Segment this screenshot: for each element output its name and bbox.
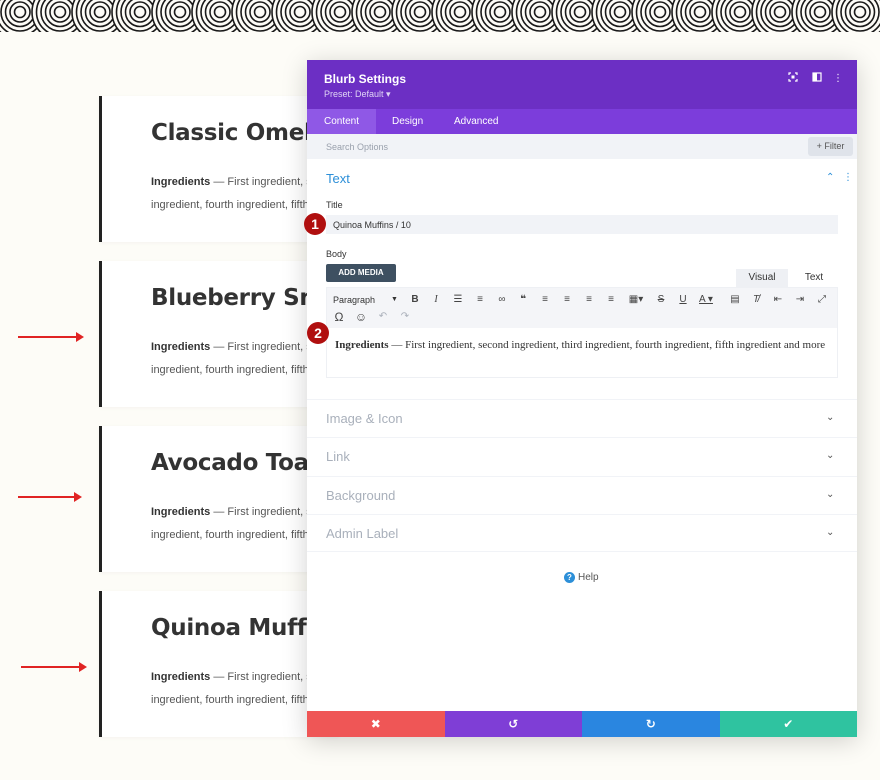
focus-icon[interactable]	[786, 72, 800, 86]
chevron-down-icon: ⌄	[826, 412, 835, 423]
help-icon[interactable]: ?	[564, 572, 575, 583]
align-center-icon[interactable]: ≡	[559, 292, 575, 308]
save-button[interactable]: ✔	[719, 711, 857, 737]
step-badge-2: 2	[307, 322, 329, 344]
add-media-button[interactable]: ADD MEDIA	[326, 264, 396, 282]
tab-design[interactable]: Design	[375, 109, 440, 134]
quote-icon[interactable]: ❝	[515, 292, 531, 308]
section-label: Image & Icon	[326, 411, 403, 426]
editor-tab-text[interactable]: Text	[788, 269, 840, 287]
chevron-down-icon: ⌄	[826, 450, 835, 461]
chevron-down-icon: ⌄	[826, 527, 835, 538]
section-link[interactable]: Link ⌄	[307, 437, 857, 475]
split-view-icon[interactable]	[810, 72, 824, 86]
preset-selector[interactable]: Preset: Default ▾	[324, 89, 391, 100]
blurb-settings-modal: Blurb Settings Preset: Default ▾ ⋮ Conte…	[307, 60, 857, 737]
arrow-icon	[18, 330, 84, 344]
card-3: Avocado Toast Ingredients — First ingred…	[99, 426, 339, 572]
title-label: Title	[326, 200, 343, 210]
section-label: Admin Label	[326, 526, 399, 541]
table-icon[interactable]: ▦▾	[625, 292, 647, 308]
more-vertical-icon[interactable]: ⋮	[831, 72, 845, 86]
section-label: Link	[326, 449, 350, 464]
fullscreen-icon[interactable]: ⤢	[814, 292, 830, 308]
body-editor: Paragraph ▼ B I ☰ ≡ ∞ ❝ ≡ ≡ ≡ ≡ ▦▾ S U A…	[326, 287, 838, 378]
numbered-list-icon[interactable]: ≡	[472, 292, 488, 308]
tab-advanced[interactable]: Advanced	[437, 109, 515, 134]
emoji-icon[interactable]: ☺	[353, 309, 369, 325]
body-label: Body	[326, 249, 347, 259]
paragraph-select[interactable]: Paragraph	[333, 292, 375, 308]
arrow-icon	[18, 490, 82, 504]
chevron-up-icon[interactable]: ⌃	[826, 172, 834, 183]
editor-tab-visual[interactable]: Visual	[736, 269, 788, 287]
text-color-icon[interactable]: A ▾	[695, 292, 717, 308]
editor-toolbar: Paragraph ▼ B I ☰ ≡ ∞ ❝ ≡ ≡ ≡ ≡ ▦▾ S U A…	[327, 288, 837, 328]
underline-icon[interactable]: U	[675, 292, 691, 308]
modal-title: Blurb Settings	[324, 72, 407, 86]
cancel-button[interactable]: ✖	[307, 711, 445, 737]
omega-icon[interactable]: Ω	[331, 309, 347, 325]
redo-icon[interactable]: ↷	[397, 309, 413, 325]
modal-tabs: Content Design Advanced	[307, 109, 857, 134]
undo-icon[interactable]: ↶	[375, 309, 391, 325]
clear-format-icon[interactable]: T̸	[748, 292, 764, 308]
help-link[interactable]: Help	[578, 572, 599, 583]
section-background[interactable]: Background ⌄	[307, 476, 857, 514]
align-justify-icon[interactable]: ≡	[603, 292, 619, 308]
modal-footer: ✖ ↺ ↻ ✔	[307, 711, 857, 737]
outdent-icon[interactable]: ⇤	[770, 292, 786, 308]
indent-icon[interactable]: ⇥	[792, 292, 808, 308]
card-2: Blueberry Smoothie Ingredients — First i…	[99, 261, 339, 407]
strikethrough-icon[interactable]: S	[653, 292, 669, 308]
chevron-down-icon[interactable]: ▼	[391, 292, 398, 308]
card-4: Quinoa Muffins Ingredients — First ingre…	[99, 591, 339, 737]
filter-button[interactable]: + Filter	[808, 137, 853, 156]
card-1: Classic Omelette Ingredients — First ing…	[99, 96, 339, 242]
decorative-wave-header	[0, 0, 880, 32]
align-left-icon[interactable]: ≡	[537, 292, 553, 308]
more-vertical-icon[interactable]: ⋮	[843, 172, 853, 183]
search-options-input[interactable]	[307, 134, 797, 159]
align-right-icon[interactable]: ≡	[581, 292, 597, 308]
section-image-icon[interactable]: Image & Icon ⌄	[307, 399, 857, 437]
undo-button[interactable]: ↺	[444, 711, 582, 737]
bold-icon[interactable]: B	[407, 292, 423, 308]
wave-pattern	[0, 0, 880, 32]
link-icon[interactable]: ∞	[494, 292, 510, 308]
section-title-text[interactable]: Text	[326, 171, 350, 186]
title-input[interactable]	[326, 215, 838, 234]
modal-header: Blurb Settings Preset: Default ▾ ⋮	[307, 60, 857, 109]
paste-icon[interactable]: ▤	[727, 292, 743, 308]
search-bar: + Filter	[307, 134, 857, 159]
section-label: Background	[326, 488, 396, 503]
card-title: Avocado Toast	[151, 450, 333, 476]
italic-icon[interactable]: I	[428, 292, 444, 308]
chevron-down-icon: ⌄	[826, 489, 835, 500]
bullet-list-icon[interactable]: ☰	[450, 292, 466, 308]
arrow-icon	[21, 660, 87, 674]
section-admin-label[interactable]: Admin Label ⌄	[307, 514, 857, 552]
editor-content[interactable]: Ingredients — First ingredient, second i…	[335, 338, 830, 353]
tab-content[interactable]: Content	[307, 109, 377, 134]
redo-button[interactable]: ↻	[582, 711, 720, 737]
step-badge-1: 1	[304, 213, 326, 235]
